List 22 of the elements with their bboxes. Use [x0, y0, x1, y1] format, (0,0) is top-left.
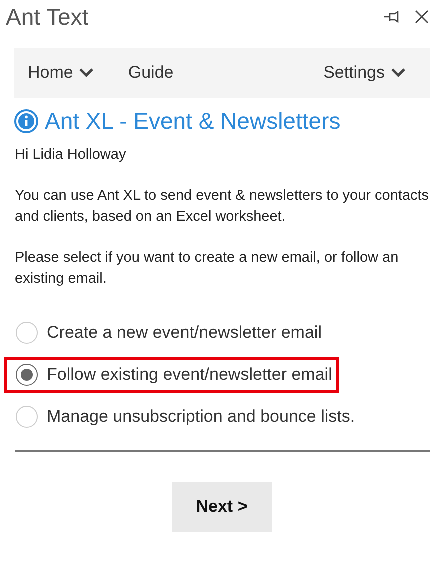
option-label: Follow existing event/newsletter email [47, 365, 332, 385]
intro-text: You can use Ant XL to send event & newsletters to your contacts and clients, based on an Excel worksheet. [15, 187, 430, 227]
info-icon [14, 109, 39, 134]
page-heading: Ant XL - Event & Newsletters [45, 108, 341, 135]
radio-option[interactable]: Create a new event/newsletter email [4, 315, 329, 351]
greeting-text: Hi Lidia Holloway [15, 146, 128, 165]
close-button[interactable] [413, 8, 431, 26]
radio-button[interactable] [16, 364, 38, 386]
option-label: Manage unsubscription and bounce lists. [47, 407, 356, 427]
chevron-down-icon [79, 68, 94, 78]
pane-title: Ant Text [6, 4, 90, 30]
prompt-text: Please select if you want to create a new email, or follow an existing email. [15, 249, 400, 289]
option-label: Create a new event/newsletter email [47, 323, 322, 343]
nav-menu-item[interactable]: Guide [128, 63, 174, 83]
chevron-down-icon [391, 68, 406, 78]
nav-menu-item[interactable]: Settings [324, 63, 406, 83]
nav-menu-item[interactable]: Home [28, 63, 94, 83]
pin-icon [383, 11, 401, 23]
radio-option[interactable]: Manage unsubscription and bounce lists. [4, 399, 362, 435]
radio-option[interactable]: Follow existing event/newsletter email [4, 357, 340, 393]
close-icon [415, 10, 429, 24]
next-button[interactable]: Next > [172, 482, 272, 532]
